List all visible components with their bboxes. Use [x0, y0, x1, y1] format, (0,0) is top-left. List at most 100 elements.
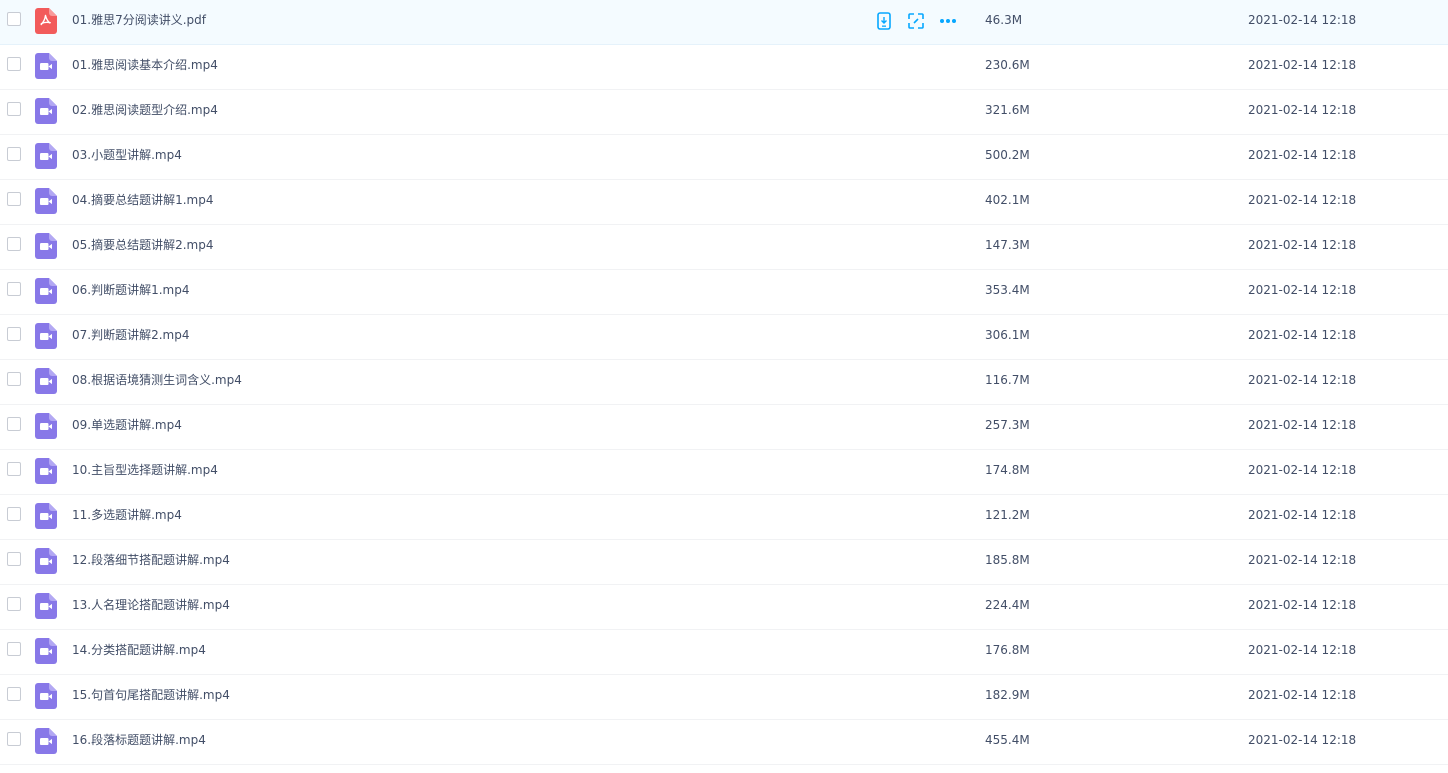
file-name[interactable]: 05.摘要总结题讲解2.mp4	[72, 225, 213, 269]
file-size: 182.9M	[985, 688, 1030, 702]
file-name[interactable]: 12.段落细节搭配题讲解.mp4	[72, 540, 230, 584]
row-checkbox[interactable]	[7, 327, 21, 341]
video-file-icon	[35, 98, 57, 124]
file-size: 455.4M	[985, 733, 1030, 747]
video-file-icon	[35, 143, 57, 169]
pdf-file-icon	[35, 8, 57, 34]
file-modified-date: 2021-02-14 12:18	[1248, 373, 1357, 387]
row-checkbox[interactable]	[7, 417, 21, 431]
video-file-icon	[35, 368, 57, 394]
file-row[interactable]: 06.判断题讲解1.mp4 353.4M 2021-02-14 12:18	[0, 270, 1448, 315]
file-name[interactable]: 01.雅思阅读基本介绍.mp4	[72, 45, 218, 89]
file-row[interactable]: 01.雅思阅读基本介绍.mp4 230.6M 2021-02-14 12:18	[0, 45, 1448, 90]
row-checkbox[interactable]	[7, 237, 21, 251]
more-icon[interactable]	[938, 11, 958, 31]
video-file-icon	[35, 593, 57, 619]
file-size: 500.2M	[985, 148, 1030, 162]
file-size: 46.3M	[985, 13, 1023, 27]
file-modified-date: 2021-02-14 12:18	[1248, 643, 1357, 657]
row-checkbox[interactable]	[7, 102, 21, 116]
file-name[interactable]: 14.分类搭配题讲解.mp4	[72, 630, 206, 674]
video-file-icon	[35, 638, 57, 664]
row-checkbox[interactable]	[7, 597, 21, 611]
row-checkbox[interactable]	[7, 462, 21, 476]
file-row[interactable]: 08.根据语境猜测生词含义.mp4 116.7M 2021-02-14 12:1…	[0, 360, 1448, 405]
file-row[interactable]: 01.雅思7分阅读讲义.pdf 46.3M 2021-02-14 12:18	[0, 0, 1448, 45]
file-name[interactable]: 16.段落标题题讲解.mp4	[72, 720, 206, 764]
file-name[interactable]: 09.单选题讲解.mp4	[72, 405, 182, 449]
row-checkbox[interactable]	[7, 12, 21, 26]
row-checkbox[interactable]	[7, 507, 21, 521]
share-link-icon[interactable]	[906, 11, 926, 31]
row-checkbox[interactable]	[7, 282, 21, 296]
file-size: 353.4M	[985, 283, 1030, 297]
file-list: 01.雅思7分阅读讲义.pdf 46.3M 2021-02-14 12:18 0…	[0, 0, 1448, 765]
file-name[interactable]: 13.人名理论搭配题讲解.mp4	[72, 585, 230, 629]
file-name[interactable]: 15.句首句尾搭配题讲解.mp4	[72, 675, 230, 719]
row-checkbox[interactable]	[7, 642, 21, 656]
file-row[interactable]: 11.多选题讲解.mp4 121.2M 2021-02-14 12:18	[0, 495, 1448, 540]
file-row[interactable]: 12.段落细节搭配题讲解.mp4 185.8M 2021-02-14 12:18	[0, 540, 1448, 585]
file-row[interactable]: 02.雅思阅读题型介绍.mp4 321.6M 2021-02-14 12:18	[0, 90, 1448, 135]
file-size: 147.3M	[985, 238, 1030, 252]
file-modified-date: 2021-02-14 12:18	[1248, 13, 1357, 27]
row-checkbox[interactable]	[7, 732, 21, 746]
video-file-icon	[35, 323, 57, 349]
video-file-icon	[35, 458, 57, 484]
file-name[interactable]: 06.判断题讲解1.mp4	[72, 270, 189, 314]
video-file-icon	[35, 728, 57, 754]
file-modified-date: 2021-02-14 12:18	[1248, 418, 1357, 432]
file-name[interactable]: 10.主旨型选择题讲解.mp4	[72, 450, 218, 494]
row-checkbox[interactable]	[7, 372, 21, 386]
file-row[interactable]: 10.主旨型选择题讲解.mp4 174.8M 2021-02-14 12:18	[0, 450, 1448, 495]
file-name[interactable]: 02.雅思阅读题型介绍.mp4	[72, 90, 218, 134]
video-file-icon	[35, 413, 57, 439]
file-size: 116.7M	[985, 373, 1030, 387]
file-name[interactable]: 01.雅思7分阅读讲义.pdf	[72, 0, 206, 44]
file-size: 185.8M	[985, 553, 1030, 567]
file-modified-date: 2021-02-14 12:18	[1248, 238, 1357, 252]
video-file-icon	[35, 548, 57, 574]
row-checkbox[interactable]	[7, 552, 21, 566]
file-row[interactable]: 15.句首句尾搭配题讲解.mp4 182.9M 2021-02-14 12:18	[0, 675, 1448, 720]
row-checkbox[interactable]	[7, 147, 21, 161]
file-modified-date: 2021-02-14 12:18	[1248, 553, 1357, 567]
phone-transfer-icon[interactable]	[874, 11, 894, 31]
file-size: 230.6M	[985, 58, 1030, 72]
file-modified-date: 2021-02-14 12:18	[1248, 688, 1357, 702]
file-modified-date: 2021-02-14 12:18	[1248, 148, 1357, 162]
file-size: 306.1M	[985, 328, 1030, 342]
file-row[interactable]: 05.摘要总结题讲解2.mp4 147.3M 2021-02-14 12:18	[0, 225, 1448, 270]
video-file-icon	[35, 278, 57, 304]
file-row[interactable]: 07.判断题讲解2.mp4 306.1M 2021-02-14 12:18	[0, 315, 1448, 360]
file-row[interactable]: 09.单选题讲解.mp4 257.3M 2021-02-14 12:18	[0, 405, 1448, 450]
file-name[interactable]: 11.多选题讲解.mp4	[72, 495, 182, 539]
file-size: 402.1M	[985, 193, 1030, 207]
row-checkbox[interactable]	[7, 687, 21, 701]
file-name[interactable]: 07.判断题讲解2.mp4	[72, 315, 189, 359]
file-modified-date: 2021-02-14 12:18	[1248, 103, 1357, 117]
file-row[interactable]: 16.段落标题题讲解.mp4 455.4M 2021-02-14 12:18	[0, 720, 1448, 765]
file-row[interactable]: 04.摘要总结题讲解1.mp4 402.1M 2021-02-14 12:18	[0, 180, 1448, 225]
file-row[interactable]: 13.人名理论搭配题讲解.mp4 224.4M 2021-02-14 12:18	[0, 585, 1448, 630]
file-modified-date: 2021-02-14 12:18	[1248, 508, 1357, 522]
file-modified-date: 2021-02-14 12:18	[1248, 598, 1357, 612]
video-file-icon	[35, 53, 57, 79]
file-name[interactable]: 03.小题型讲解.mp4	[72, 135, 182, 179]
row-checkbox[interactable]	[7, 57, 21, 71]
video-file-icon	[35, 188, 57, 214]
file-size: 174.8M	[985, 463, 1030, 477]
file-modified-date: 2021-02-14 12:18	[1248, 328, 1357, 342]
file-row[interactable]: 03.小题型讲解.mp4 500.2M 2021-02-14 12:18	[0, 135, 1448, 180]
file-size: 257.3M	[985, 418, 1030, 432]
file-modified-date: 2021-02-14 12:18	[1248, 58, 1357, 72]
file-modified-date: 2021-02-14 12:18	[1248, 733, 1357, 747]
file-name[interactable]: 08.根据语境猜测生词含义.mp4	[72, 360, 242, 404]
file-modified-date: 2021-02-14 12:18	[1248, 283, 1357, 297]
video-file-icon	[35, 503, 57, 529]
file-row[interactable]: 14.分类搭配题讲解.mp4 176.8M 2021-02-14 12:18	[0, 630, 1448, 675]
row-checkbox[interactable]	[7, 192, 21, 206]
file-name[interactable]: 04.摘要总结题讲解1.mp4	[72, 180, 213, 224]
file-modified-date: 2021-02-14 12:18	[1248, 193, 1357, 207]
file-size: 321.6M	[985, 103, 1030, 117]
